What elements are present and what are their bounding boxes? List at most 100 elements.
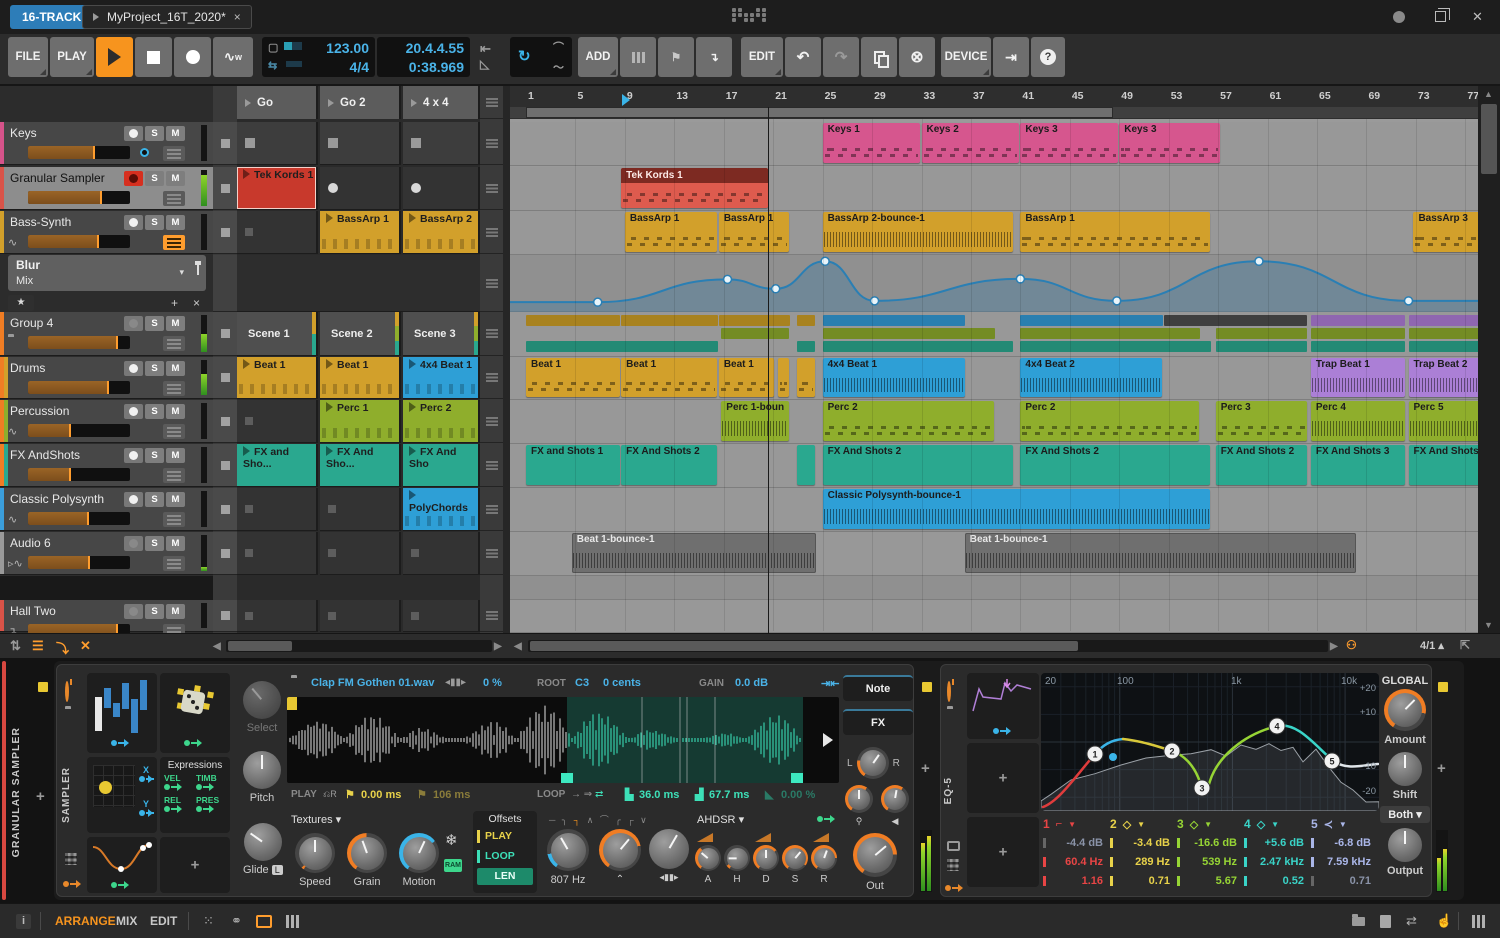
vertical-scrollbar[interactable]: ▲ ▼ <box>1478 86 1500 633</box>
solo-button[interactable]: S <box>145 316 164 331</box>
device-slot-marker-2[interactable] <box>922 682 932 692</box>
ahdsr-knob-r[interactable]: R <box>811 833 837 885</box>
browser-folder-icon[interactable] <box>1352 914 1365 926</box>
delete-button[interactable]: ⊗ <box>899 37 935 77</box>
clip-play-icon[interactable] <box>409 490 416 500</box>
clip-focus-icon[interactable] <box>256 915 272 928</box>
arrangement-cue-strip[interactable] <box>526 107 1114 118</box>
track-lane-menu[interactable] <box>480 167 503 210</box>
fade-curve-icon[interactable]: ⌒ <box>553 39 564 55</box>
launcher-slot[interactable]: Beat 1 <box>237 357 318 399</box>
key-knob[interactable]: ⚲ <box>845 785 873 827</box>
arranger-track-row[interactable]: Beat 1 Beat 1 Beat 1 4x4 Beat 1 4x4 Beat 2 Tr… <box>510 357 1478 400</box>
scene-header[interactable]: Go <box>237 86 318 119</box>
instrument-browser-button[interactable] <box>620 37 656 77</box>
launcher-slot[interactable] <box>237 400 318 443</box>
track-menu-button[interactable] <box>163 468 185 483</box>
band-q[interactable]: 1.16 <box>1043 871 1109 890</box>
clip-stop-button[interactable] <box>213 122 237 165</box>
band-q[interactable]: 0.52 <box>1244 871 1310 890</box>
arranger-clip[interactable]: Beat 1 <box>526 358 620 397</box>
band-gain[interactable]: -6.8 dB <box>1311 833 1377 852</box>
launcher-slot[interactable]: Beat 1 <box>320 357 401 399</box>
io-swap-icon[interactable]: ⇅ <box>10 638 21 654</box>
solo-button[interactable]: S <box>145 604 164 619</box>
eq-mod-add-tile-2[interactable]: + <box>967 817 1039 887</box>
help-button[interactable]: ? <box>1031 37 1065 77</box>
duplicate-button[interactable] <box>861 37 897 77</box>
offset-loop[interactable]: LOOP <box>477 848 533 865</box>
volume-slider[interactable] <box>28 468 130 481</box>
track-menu-button[interactable] <box>163 424 185 439</box>
eq-mod-env-tile[interactable] <box>967 673 1039 739</box>
file-menu-button[interactable]: FILE <box>8 37 48 77</box>
arranger-clip[interactable]: BassArp 1 <box>718 212 789 252</box>
ahdsr-knob-s[interactable]: S <box>782 845 808 885</box>
launcher-slot[interactable]: PolyChords <box>403 488 480 531</box>
arranger-clip[interactable]: FX And Shots 2 <box>822 445 1013 485</box>
play-start-value[interactable]: 0.00 ms <box>361 789 401 801</box>
clip-play-icon[interactable] <box>243 169 250 179</box>
filter-res-knob[interactable]: ⌃ <box>599 829 641 885</box>
launcher-slot[interactable] <box>320 532 401 575</box>
follow-playhead-icon[interactable]: ⚇ <box>1346 638 1357 652</box>
track-lane-menu[interactable] <box>480 357 503 399</box>
keyzone-icon[interactable]: ◂▮▮▸ <box>445 677 466 688</box>
wave-fit-icon[interactable]: ⇥⇤ <box>821 677 839 690</box>
band-freq[interactable]: 2.47 kHz <box>1244 852 1310 871</box>
remove-lane-icon[interactable]: × <box>193 296 200 310</box>
volume-slider[interactable] <box>28 381 130 394</box>
filter-shape-icons[interactable]: ─ ╮ ┐ ∧ ⌒ ╭ ┌ ∨ <box>543 811 689 826</box>
punch-icons[interactable]: ⇤ ◺ <box>474 37 508 77</box>
play-menu-button[interactable]: PLAY <box>50 37 94 77</box>
file-page-icon[interactable] <box>1380 915 1391 928</box>
metronome-icon[interactable]: ▢ <box>268 41 278 54</box>
arranger-clip[interactable] <box>778 358 789 397</box>
eq-band-2[interactable]: 2 ◇ ▼ -3.4 dB 289 Hz 0.71 <box>1110 815 1176 890</box>
eq-band-header[interactable]: 5 ≺ ▼ <box>1311 815 1377 833</box>
param-dropdown-icon[interactable]: ▾ <box>179 267 184 278</box>
swap-io-icon[interactable]: ⇄ <box>1406 913 1417 929</box>
mute-button[interactable]: M <box>166 171 185 186</box>
glide-knob[interactable]: Glide L <box>243 823 283 876</box>
shift-knob[interactable]: Shift <box>1379 752 1431 801</box>
eq-band-header[interactable]: 3 ◇ ▼ <box>1177 815 1243 833</box>
mod-add-tile[interactable]: + <box>160 837 230 893</box>
add-device-right-button[interactable]: + <box>1437 760 1446 777</box>
arranger-clip[interactable]: FX And Shots <box>1408 445 1478 485</box>
track-menu-button[interactable] <box>163 556 185 571</box>
play-length-value[interactable]: 106 ms <box>433 789 470 801</box>
position-display[interactable]: 20.4.4.55 0:38.969 <box>377 37 470 77</box>
device-menu-button[interactable]: DEVICE <box>941 37 991 77</box>
device-slot-marker-3[interactable] <box>1438 682 1448 692</box>
scene-play-icon[interactable] <box>245 98 251 107</box>
sample-preview-play-icon[interactable] <box>823 733 833 747</box>
sampler-grid-icon[interactable] <box>65 853 77 865</box>
expr-pres[interactable]: PRES <box>196 795 226 815</box>
clip-play-icon[interactable] <box>409 359 416 369</box>
close-panel-icon[interactable]: ✕ <box>80 638 91 654</box>
project-tab[interactable]: MyProject_16T_2020* × <box>82 5 252 29</box>
volume-slider[interactable] <box>28 424 130 437</box>
launcher-overview-cell[interactable] <box>480 86 503 119</box>
band-type-icon[interactable]: ≺ <box>1324 818 1333 831</box>
sample-waveform[interactable] <box>287 697 839 783</box>
eq-band-3[interactable]: 3 ◇ ▼ -16.6 dB 539 Hz 5.67 <box>1177 815 1243 890</box>
clip-stop-button[interactable] <box>213 444 237 487</box>
arranger-clip[interactable]: BassArp 1 <box>1020 212 1211 252</box>
automation-header-panel[interactable]: Blur Mix ▾ <box>8 255 206 291</box>
grid-resolution-label[interactable]: 4/1 ▴ <box>1420 639 1444 652</box>
mod-steps-tile[interactable] <box>87 673 157 753</box>
clip-play-icon[interactable] <box>409 402 416 412</box>
mute-button[interactable]: M <box>166 404 185 419</box>
lane-menu-cell[interactable] <box>480 255 503 312</box>
arranger-track-row[interactable]: BassArp 1 BassArp 1 BassArp 2-bounce-1 Bass… <box>510 211 1478 255</box>
motion-knob[interactable]: Motion <box>399 833 439 888</box>
arranger-clip[interactable]: FX And Shots 3 <box>1310 445 1405 485</box>
arranger-clip[interactable]: Perc 4 <box>1310 401 1405 441</box>
amount-knob[interactable]: Amount <box>1379 689 1431 746</box>
filter-track-knob[interactable]: ◂▮▮▸ <box>649 829 689 883</box>
arr-scroll-left-icon[interactable]: ◀ <box>514 641 522 652</box>
scene-header[interactable]: Go 2 <box>320 86 401 119</box>
favorite-star-button[interactable]: ★ <box>8 295 34 311</box>
